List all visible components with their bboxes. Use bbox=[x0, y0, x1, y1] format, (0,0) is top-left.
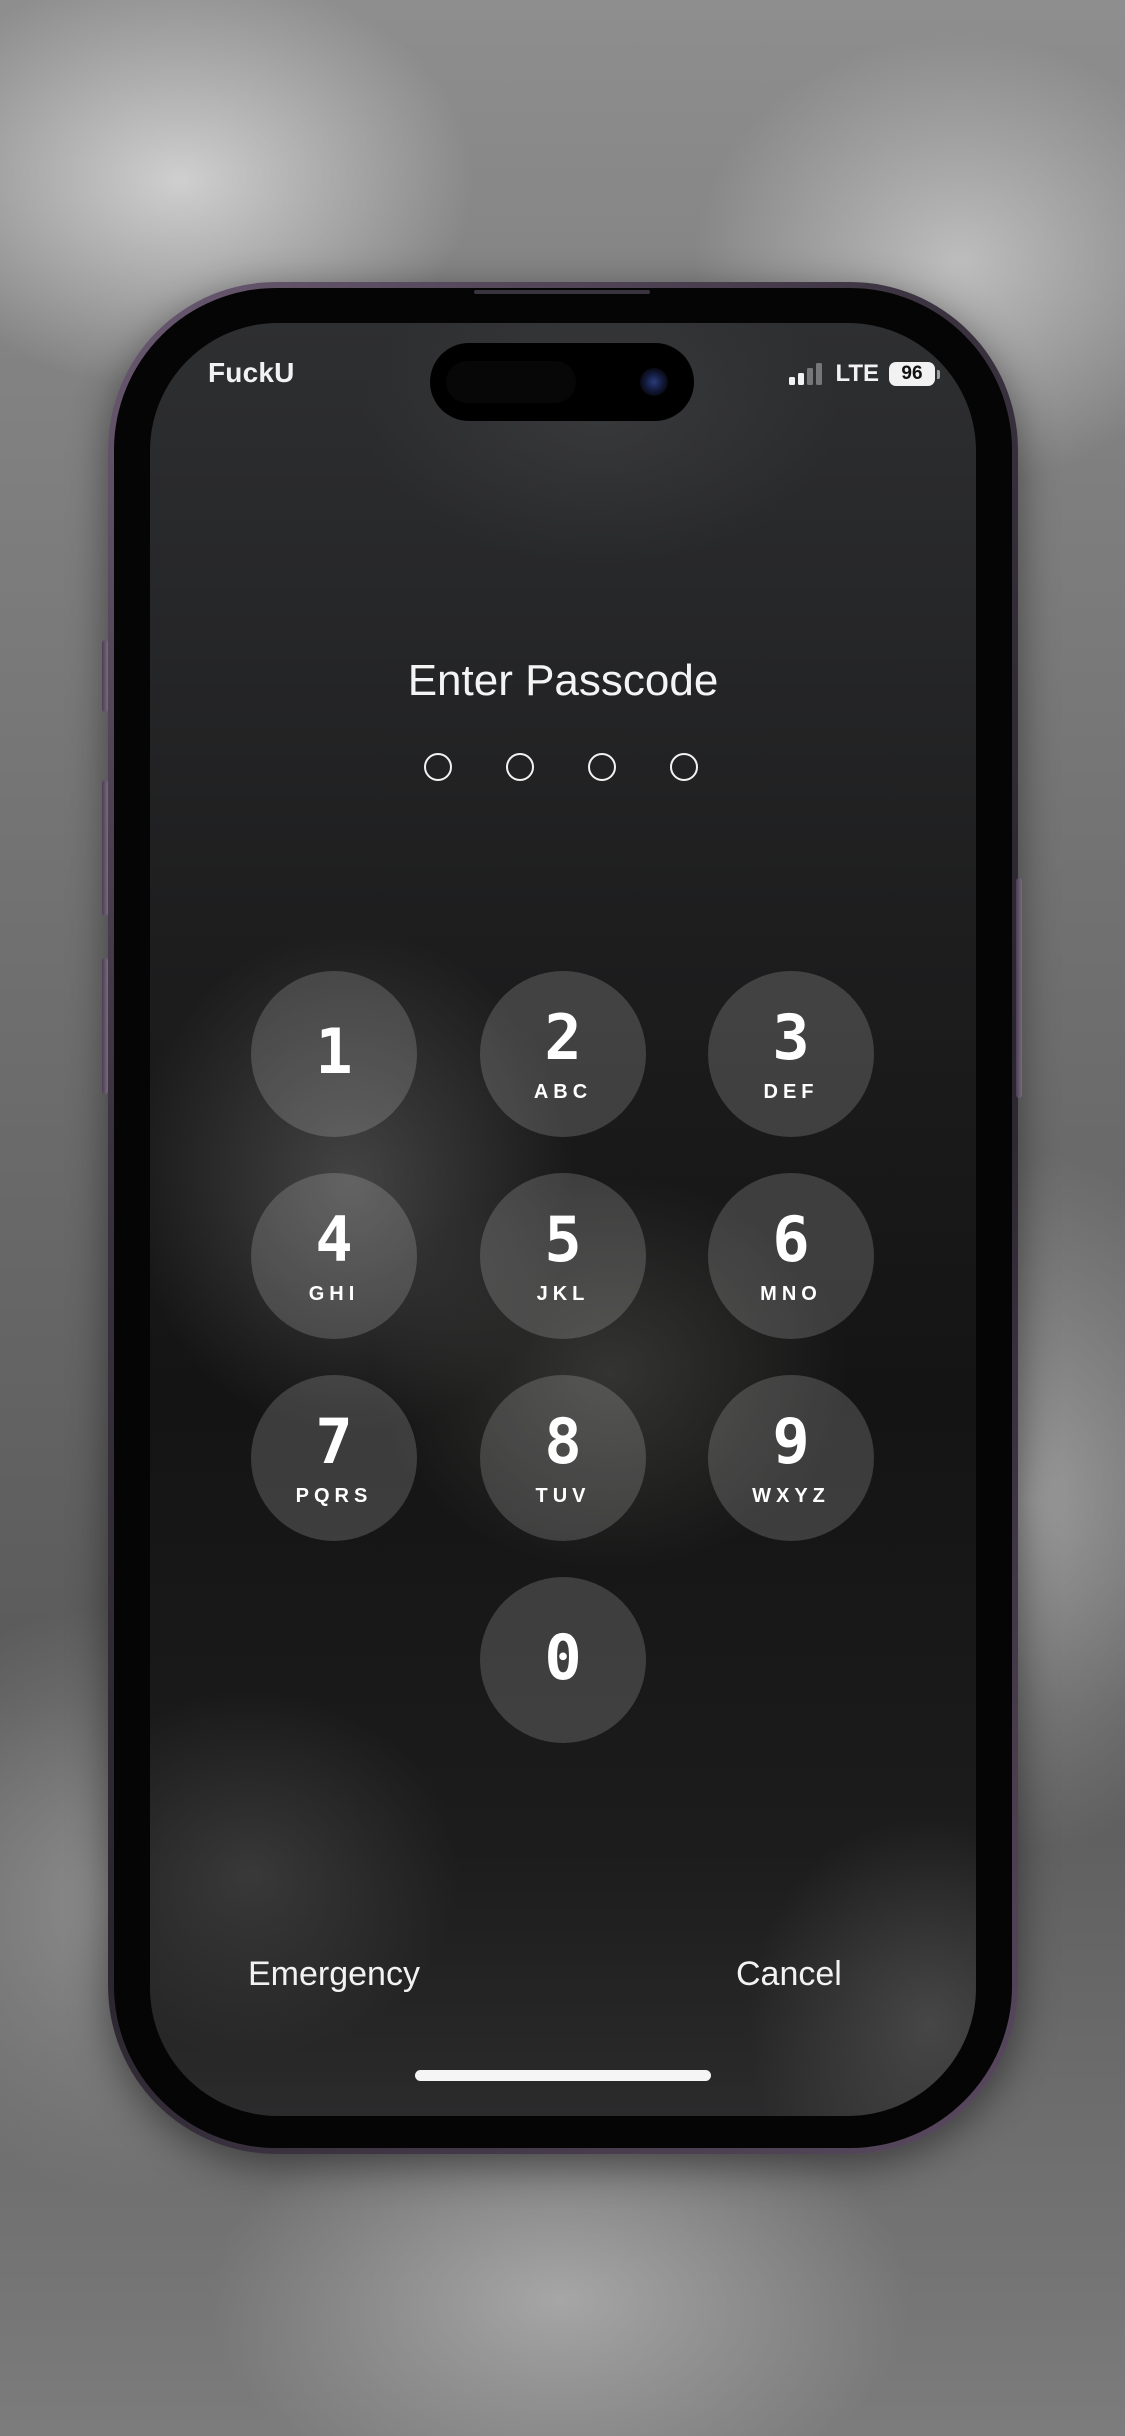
passcode-dot bbox=[670, 753, 698, 781]
key-digit: 1 bbox=[315, 1015, 353, 1088]
earpiece-speaker bbox=[474, 290, 650, 294]
cancel-button[interactable]: Cancel bbox=[736, 1955, 842, 1994]
lock-screen: FuckU LTE 96 Enter Passcode 1 2 ABC 3 DE… bbox=[150, 323, 976, 2116]
passcode-dot bbox=[588, 753, 616, 781]
key-letters: ABC bbox=[533, 1081, 593, 1103]
battery-tip bbox=[937, 369, 940, 379]
keypad-key-7[interactable]: 7 PQRS bbox=[251, 1375, 417, 1541]
passcode-title: Enter Passcode bbox=[407, 656, 719, 705]
key-digit: 5 bbox=[544, 1203, 582, 1276]
passcode-dot bbox=[506, 753, 534, 781]
key-letters: TUV bbox=[535, 1485, 591, 1507]
key-digit: 2 bbox=[544, 1001, 582, 1074]
network-type: LTE bbox=[835, 360, 879, 387]
key-digit: 8 bbox=[544, 1405, 582, 1478]
action-button bbox=[102, 640, 108, 712]
key-letters: MNO bbox=[760, 1283, 822, 1305]
keypad-key-8[interactable]: 8 TUV bbox=[480, 1375, 646, 1541]
keypad-key-0[interactable]: 0 bbox=[480, 1577, 646, 1743]
home-indicator[interactable] bbox=[415, 2070, 711, 2081]
key-digit: 0 bbox=[544, 1621, 582, 1694]
passcode-dot bbox=[424, 753, 452, 781]
carrier-name: FuckU bbox=[208, 357, 295, 388]
key-digit: 6 bbox=[772, 1203, 810, 1276]
keypad-key-2[interactable]: 2 ABC bbox=[480, 971, 646, 1137]
keypad-key-6[interactable]: 6 MNO bbox=[708, 1173, 874, 1339]
key-digit: 9 bbox=[772, 1405, 810, 1478]
key-letters: JKL bbox=[536, 1283, 590, 1305]
key-letters: WXYZ bbox=[752, 1485, 830, 1507]
key-letters: PQRS bbox=[295, 1485, 373, 1507]
key-digit: 3 bbox=[772, 1001, 810, 1074]
keypad-key-4[interactable]: 4 GHI bbox=[251, 1173, 417, 1339]
front-camera-icon bbox=[640, 368, 668, 396]
key-letters: GHI bbox=[308, 1283, 360, 1305]
keypad-key-9[interactable]: 9 WXYZ bbox=[708, 1375, 874, 1541]
face-id-sensor bbox=[446, 361, 576, 403]
passcode-dots bbox=[424, 753, 704, 783]
battery-level: 96 bbox=[889, 362, 935, 386]
battery-icon: 96 bbox=[889, 362, 940, 386]
status-indicators: LTE 96 bbox=[789, 357, 940, 391]
keypad-key-3[interactable]: 3 DEF bbox=[708, 971, 874, 1137]
key-digit: 7 bbox=[315, 1405, 353, 1478]
keypad-key-1[interactable]: 1 bbox=[251, 971, 417, 1137]
dynamic-island bbox=[430, 343, 694, 421]
volume-up-button bbox=[102, 780, 108, 916]
volume-down-button bbox=[102, 958, 108, 1094]
key-digit: 4 bbox=[315, 1203, 353, 1276]
power-button bbox=[1016, 878, 1022, 1098]
keypad-key-5[interactable]: 5 JKL bbox=[480, 1173, 646, 1339]
key-letters: DEF bbox=[763, 1081, 819, 1103]
cellular-signal-icon bbox=[789, 363, 825, 385]
emergency-button[interactable]: Emergency bbox=[248, 1955, 420, 1994]
